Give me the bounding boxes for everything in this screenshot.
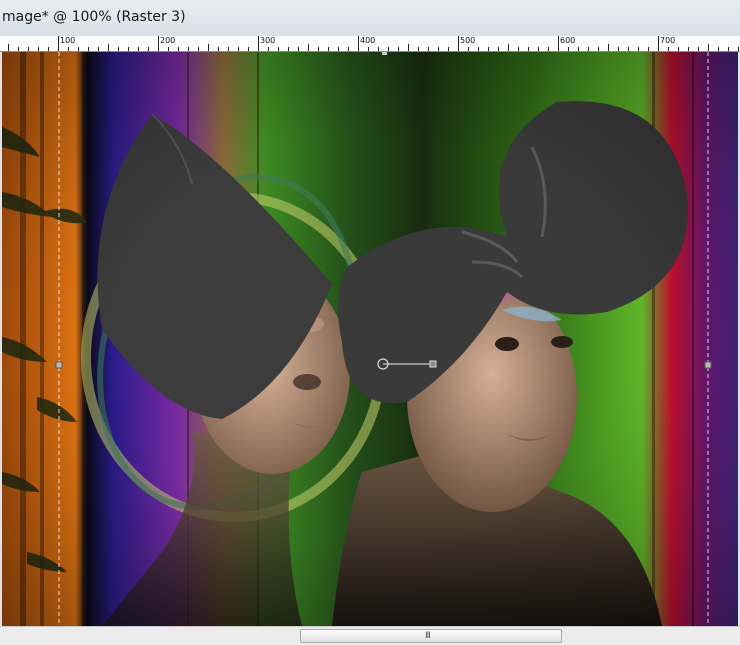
- ruler-tick: [268, 47, 269, 51]
- ruler-tick: [218, 47, 219, 51]
- ruler-tick: [658, 36, 659, 51]
- document-title: mage* @ 100% (Raster 3): [2, 9, 186, 25]
- ruler-tick: [258, 36, 259, 51]
- ruler-tick: [68, 47, 69, 51]
- ruler-tick: [608, 44, 609, 51]
- ruler-tick: [208, 44, 209, 51]
- ruler-tick: [468, 47, 469, 51]
- ruler-tick: [328, 47, 329, 51]
- scroll-grip-icon: III: [425, 631, 431, 641]
- ruler-tick: [388, 47, 389, 51]
- ruler-tick: [108, 44, 109, 51]
- ruler-tick: [428, 47, 429, 51]
- ruler-tick: [28, 47, 29, 51]
- ruler-tick: [368, 47, 369, 51]
- ruler-tick: [48, 47, 49, 51]
- ruler-tick: [438, 47, 439, 51]
- ruler-tick: [238, 47, 239, 51]
- ruler-tick: [288, 47, 289, 51]
- ruler-tick: [358, 36, 359, 51]
- ruler-tick: [228, 47, 229, 51]
- ruler-tick: [548, 47, 549, 51]
- ruler-tick: [518, 47, 519, 51]
- ruler-tick: [18, 47, 19, 51]
- ruler-tick: [158, 36, 159, 51]
- right-guide-handle: [704, 361, 712, 369]
- ruler-tick: [8, 44, 9, 51]
- ruler-tick: [178, 47, 179, 51]
- ruler-tick: [128, 47, 129, 51]
- ruler-tick: [718, 47, 719, 51]
- ruler-tick: [638, 47, 639, 51]
- ruler-tick: [448, 47, 449, 51]
- ruler-tick: [78, 47, 79, 51]
- ruler-tick: [398, 47, 399, 51]
- ruler-tick: [38, 47, 39, 51]
- ruler-tick: [598, 47, 599, 51]
- horizontal-scrollbar[interactable]: III: [0, 626, 740, 645]
- top-guide-handle: [382, 52, 387, 55]
- ruler-label: 200: [160, 36, 176, 45]
- ruler-tick: [708, 44, 709, 51]
- ruler-label: 400: [360, 36, 376, 45]
- artwork: [2, 52, 738, 626]
- ruler-tick: [378, 47, 379, 51]
- ruler-tick: [338, 47, 339, 51]
- ruler-tick: [198, 47, 199, 51]
- ruler-tick: [98, 47, 99, 51]
- ruler-tick: [188, 47, 189, 51]
- ruler-tick: [678, 47, 679, 51]
- ruler-label: 500: [460, 36, 476, 45]
- ruler-tick: [538, 47, 539, 51]
- ruler-label: 300: [260, 36, 276, 45]
- ruler-tick: [278, 47, 279, 51]
- ruler-tick: [148, 47, 149, 51]
- ruler-tick: [578, 47, 579, 51]
- ruler-tick: [118, 47, 119, 51]
- ruler-tick: [558, 36, 559, 51]
- horizontal-ruler: 100 200 300 400 500 600 700: [0, 36, 740, 52]
- ruler-tick: [618, 47, 619, 51]
- ruler-tick: [298, 47, 299, 51]
- ruler-tick: [528, 47, 529, 51]
- ruler-tick: [88, 47, 89, 51]
- vignette: [2, 52, 738, 626]
- ruler-tick: [348, 47, 349, 51]
- ruler-tick: [418, 47, 419, 51]
- ruler-tick: [248, 47, 249, 51]
- ruler-tick: [58, 36, 59, 51]
- ruler-tick: [318, 47, 319, 51]
- ruler-tick: [168, 47, 169, 51]
- ruler-tick: [138, 47, 139, 51]
- ruler-tick: [568, 47, 569, 51]
- ruler-tick: [508, 44, 509, 51]
- ruler-tick: [668, 47, 669, 51]
- ruler-tick: [588, 47, 589, 51]
- ruler-tick: [458, 36, 459, 51]
- ruler-tick: [698, 47, 699, 51]
- rotation-handle: [429, 360, 437, 368]
- ruler-tick: [688, 47, 689, 51]
- ruler-tick: [738, 47, 739, 51]
- document-title-bar: mage* @ 100% (Raster 3): [0, 0, 740, 37]
- ruler-tick: [308, 44, 309, 51]
- ruler-tick: [488, 47, 489, 51]
- left-guide-handle: [55, 361, 63, 369]
- ruler-tick: [408, 44, 409, 51]
- ruler-label: 700: [660, 36, 676, 45]
- ruler-label: 600: [560, 36, 576, 45]
- ruler-tick: [498, 47, 499, 51]
- ruler-tick: [478, 47, 479, 51]
- ruler-tick: [728, 47, 729, 51]
- image-canvas[interactable]: [2, 52, 738, 626]
- scrollbar-thumb[interactable]: III: [300, 629, 562, 643]
- ruler-label: 100: [60, 36, 76, 45]
- ruler-tick: [648, 47, 649, 51]
- ruler-tick: [628, 47, 629, 51]
